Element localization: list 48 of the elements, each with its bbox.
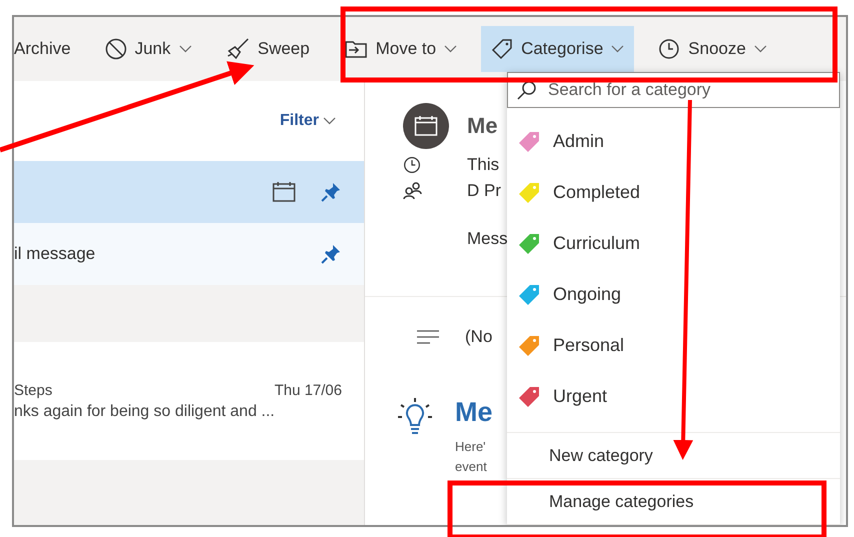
lightbulb-icon [397,397,433,437]
toolbar-button[interactable]: Categorise [481,26,634,72]
message-row[interactable]: il message [14,223,364,285]
message-sender: Steps [14,382,52,398]
toolbar-button[interactable]: Junk [94,26,202,72]
event-body: (No [465,327,492,347]
event-message: Mess [467,229,508,249]
menu-action[interactable]: Manage categories [507,479,840,525]
clock-icon [403,156,421,174]
tag-icon [491,38,514,60]
message-date: Thu 17/06 [274,382,342,398]
broom-icon [226,38,250,60]
category-item[interactable]: Admin [507,116,840,167]
category-item[interactable]: Curriculum [507,218,840,269]
message-subject: il message [14,244,96,264]
filter-button[interactable]: Filter [274,111,342,131]
message-row[interactable]: Steps Thu 17/06 nks again for being so diligent and ... [14,342,364,460]
event-time: This [467,155,500,175]
chevron-icon [323,117,336,125]
chevron-icon [611,45,624,53]
category-item[interactable]: Urgent [507,371,840,422]
toolbar-button[interactable]: Move to [334,26,468,72]
calendar-icon [414,115,438,137]
category-item[interactable]: Completed [507,167,840,218]
block-icon [104,38,127,60]
toolbar-button[interactable]: Snooze [648,26,777,72]
pin-icon[interactable] [320,243,342,265]
event-attendees: D Pr [467,181,501,201]
tip-text: event [455,459,487,474]
menu-action[interactable]: New category [507,433,840,479]
toolbar-button[interactable]: Sweep [216,26,320,72]
chevron-icon [178,45,192,53]
pin-icon[interactable] [320,181,342,203]
calendar-icon [272,181,296,203]
tip-text: Here' [455,439,486,454]
tip-title: Me [455,397,493,429]
text-lines-icon [417,330,439,344]
category-item[interactable]: Personal [507,320,840,371]
message-preview: nks again for being so diligent and ... [14,402,276,420]
people-icon [403,182,423,200]
chevron-icon [754,45,767,53]
category-item[interactable]: Ongoing [507,269,840,320]
search-icon [517,80,537,100]
chevron-icon [444,45,458,53]
folder-move-icon [344,39,368,59]
toolbar-button[interactable]: Archive [14,26,81,72]
clock-icon [658,38,680,60]
event-title: Me [467,113,498,139]
